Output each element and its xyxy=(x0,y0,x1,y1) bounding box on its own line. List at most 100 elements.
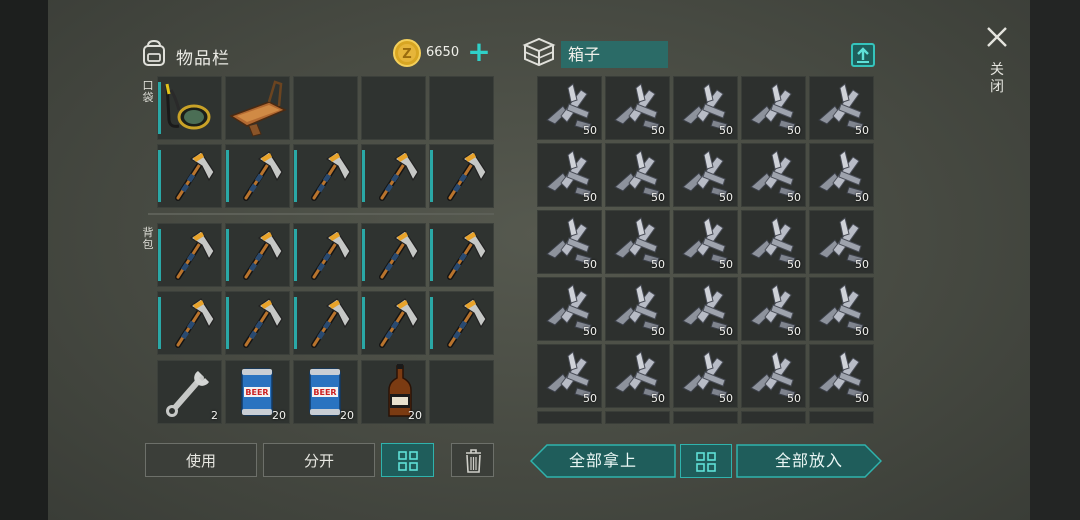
container-slot[interactable]: 50 xyxy=(809,344,874,408)
put-all-button[interactable]: 全部放入 xyxy=(736,444,882,478)
grid-icon xyxy=(696,452,716,472)
inventory-slot[interactable]: 2 xyxy=(157,360,222,424)
container-slot[interactable]: 50 xyxy=(537,143,602,207)
container-slot[interactable]: 50 xyxy=(741,344,806,408)
pocket-label: 口袋 xyxy=(142,79,154,104)
delete-button[interactable] xyxy=(451,443,494,477)
item-quantity: 50 xyxy=(855,392,869,405)
hatchet-icon xyxy=(175,298,215,348)
svg-text:Z: Z xyxy=(402,47,411,62)
container-slot[interactable]: 50 xyxy=(809,76,874,140)
inventory-slot[interactable] xyxy=(429,223,494,287)
empty-slot[interactable] xyxy=(361,76,426,140)
take-all-button[interactable]: 全部拿上 xyxy=(530,444,676,478)
item-quantity: 50 xyxy=(855,325,869,338)
container-slot[interactable]: 50 xyxy=(741,143,806,207)
inventory-slot[interactable] xyxy=(225,223,290,287)
item-quantity: 50 xyxy=(651,325,665,338)
put-all-label: 全部放入 xyxy=(774,451,843,470)
upload-icon[interactable] xyxy=(850,42,876,68)
container-slot[interactable]: 50 xyxy=(673,210,738,274)
inventory-slot[interactable] xyxy=(429,291,494,355)
container-slot[interactable] xyxy=(537,411,602,424)
inventory-slot[interactable] xyxy=(225,76,290,140)
split-button[interactable]: 分开 xyxy=(263,443,375,477)
inventory-slot[interactable] xyxy=(157,76,222,140)
container-slot[interactable]: 50 xyxy=(741,277,806,341)
container-slot[interactable]: 50 xyxy=(605,277,670,341)
container-slot[interactable] xyxy=(605,411,670,424)
item-quantity: 50 xyxy=(787,392,801,405)
hatchet-icon xyxy=(447,298,487,348)
container-slot[interactable]: 50 xyxy=(809,210,874,274)
close-label[interactable]: 关闭 xyxy=(988,62,1006,96)
backpack-icon xyxy=(143,39,165,66)
diving-mask-icon xyxy=(165,83,211,130)
container-slot[interactable]: 50 xyxy=(673,344,738,408)
container-slot[interactable]: 50 xyxy=(673,277,738,341)
coin-icon: Z xyxy=(393,39,421,67)
trash-icon xyxy=(466,449,481,473)
item-quantity: 50 xyxy=(583,325,597,338)
container-slot[interactable]: 50 xyxy=(605,344,670,408)
inventory-slot[interactable] xyxy=(225,291,290,355)
hatchet-icon xyxy=(447,230,487,280)
hatchet-icon xyxy=(243,298,283,348)
container-slot[interactable]: 50 xyxy=(741,210,806,274)
container-slot[interactable]: 50 xyxy=(673,76,738,140)
svg-text:BEER: BEER xyxy=(313,388,336,397)
inventory-slot[interactable] xyxy=(361,223,426,287)
sort-container-button[interactable] xyxy=(680,444,732,478)
inventory-slot[interactable] xyxy=(157,223,222,287)
inventory-slot[interactable] xyxy=(157,144,222,208)
item-quantity: 50 xyxy=(719,392,733,405)
item-quantity: 50 xyxy=(651,124,665,137)
hatchet-icon xyxy=(447,151,487,201)
sluice-tray-icon xyxy=(229,80,287,137)
container-slot[interactable]: 50 xyxy=(537,344,602,408)
inventory-slot[interactable] xyxy=(293,223,358,287)
hatchet-icon xyxy=(379,298,419,348)
container-slot[interactable]: 50 xyxy=(537,76,602,140)
backpack-label: 背包 xyxy=(142,226,154,251)
container-slot[interactable] xyxy=(809,411,874,424)
container-slot[interactable]: 50 xyxy=(605,210,670,274)
container-slot[interactable]: 50 xyxy=(673,143,738,207)
inventory-slot[interactable] xyxy=(429,144,494,208)
inventory-slot[interactable] xyxy=(157,291,222,355)
container-slot[interactable]: 50 xyxy=(605,143,670,207)
close-icon[interactable] xyxy=(984,24,1010,50)
container-slot[interactable] xyxy=(741,411,806,424)
sort-inventory-button[interactable] xyxy=(381,443,434,477)
box-icon xyxy=(522,37,556,67)
inventory-slot[interactable] xyxy=(361,144,426,208)
add-coins-button[interactable]: + xyxy=(466,38,492,66)
empty-slot[interactable] xyxy=(429,360,494,424)
container-slot[interactable]: 50 xyxy=(537,210,602,274)
hatchet-icon xyxy=(311,298,351,348)
item-quantity: 50 xyxy=(719,325,733,338)
container-title[interactable]: 箱子 xyxy=(561,41,668,68)
inventory-slot[interactable]: BEER 20 xyxy=(293,360,358,424)
inventory-slot[interactable] xyxy=(293,291,358,355)
inventory-slot[interactable]: BEER 20 xyxy=(225,360,290,424)
use-button[interactable]: 使用 xyxy=(145,443,257,477)
container-slot[interactable]: 50 xyxy=(741,76,806,140)
container-slot[interactable]: 50 xyxy=(809,143,874,207)
container-slot[interactable]: 50 xyxy=(809,277,874,341)
container-slot[interactable]: 50 xyxy=(537,277,602,341)
empty-slot[interactable] xyxy=(429,76,494,140)
container-slot[interactable] xyxy=(673,411,738,424)
container-slot[interactable]: 50 xyxy=(605,76,670,140)
empty-slot[interactable] xyxy=(293,76,358,140)
inventory-slot[interactable] xyxy=(361,291,426,355)
inventory-slot[interactable] xyxy=(293,144,358,208)
svg-text:BEER: BEER xyxy=(245,388,268,397)
item-quantity: 50 xyxy=(719,258,733,271)
hatchet-icon xyxy=(175,151,215,201)
hatchet-icon xyxy=(243,151,283,201)
item-quantity: 50 xyxy=(651,392,665,405)
item-quantity: 20 xyxy=(408,409,422,422)
inventory-slot[interactable] xyxy=(225,144,290,208)
inventory-slot[interactable]: 20 xyxy=(361,360,426,424)
